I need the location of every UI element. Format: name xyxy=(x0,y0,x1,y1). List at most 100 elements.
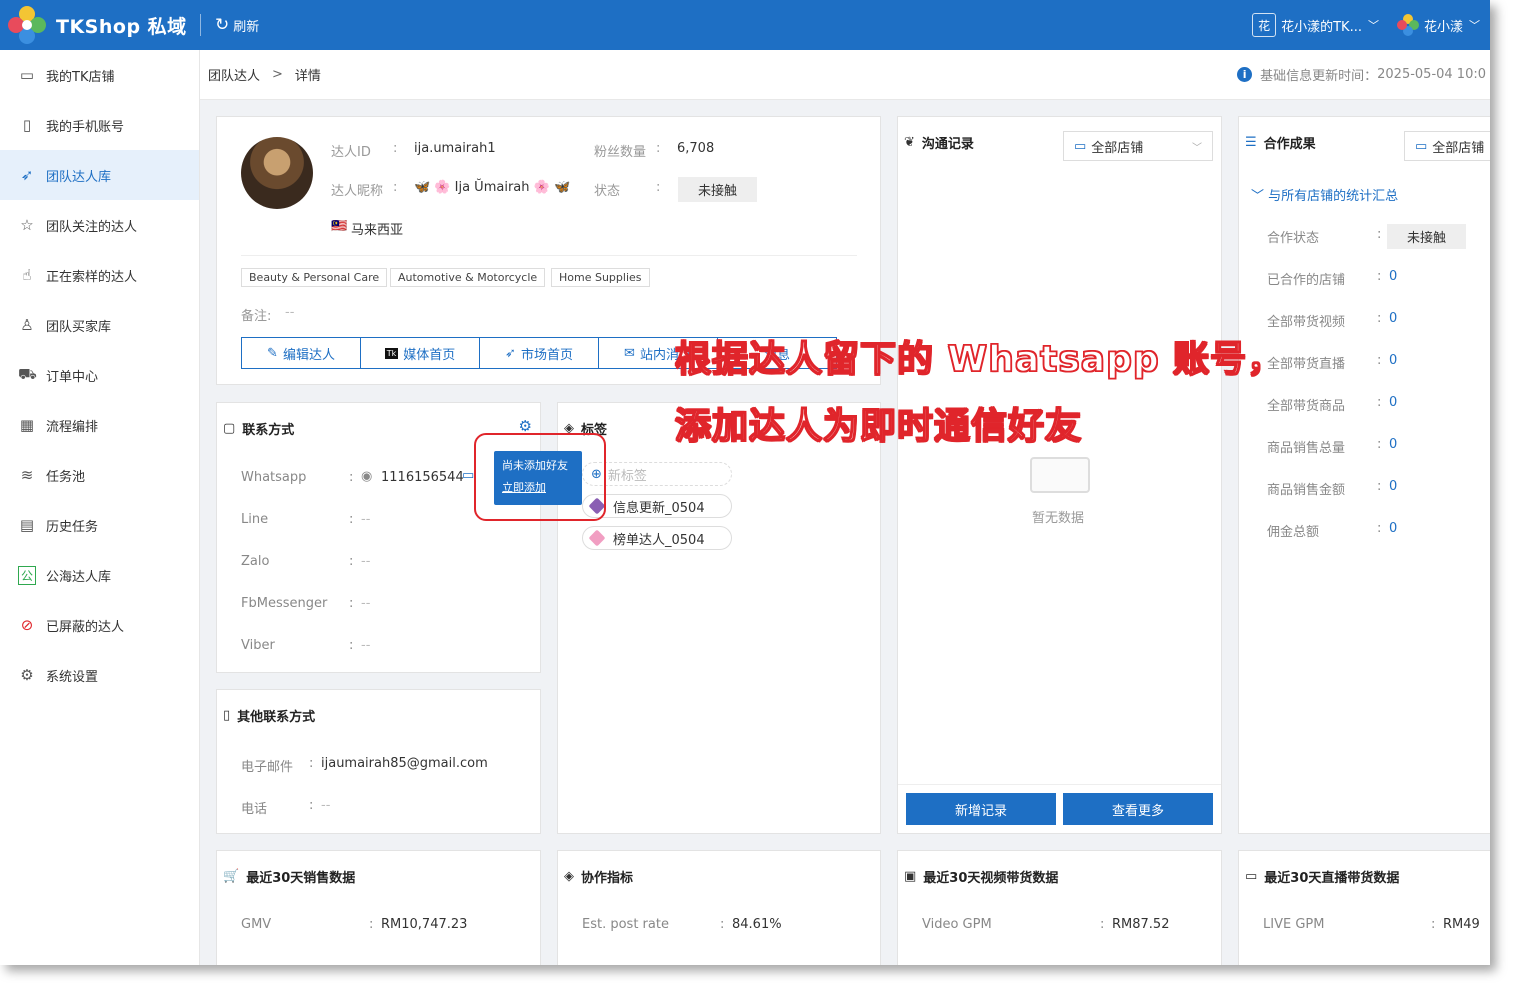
coop-stat-value[interactable]: 0 xyxy=(1389,269,1397,284)
refresh-button[interactable]: ↻ 刷新 xyxy=(215,15,259,35)
sales-data-card: 🛒 最近30天销售数据 GMV : RM10,747.23 xyxy=(216,850,541,965)
sidebar-item-buyers[interactable]: ♙ 团队买家库 xyxy=(0,300,199,350)
other-contact-title: ▯ 其他联系方式 xyxy=(223,708,316,725)
annotation-line-1: 根据达人留下的 Whatsapp 账号， xyxy=(674,338,1285,381)
edit-creator-button[interactable]: ✎ 编辑达人 xyxy=(241,337,361,369)
sidebar-item-phone-account[interactable]: ▯ 我的手机账号 xyxy=(0,100,199,150)
collab-metrics-card: ◈ 协作指标 Est. post rate : 84.61% xyxy=(557,850,881,965)
coop-stat-value[interactable]: 0 xyxy=(1389,437,1397,452)
app-title: TKShop 私域 xyxy=(56,15,187,38)
sidebar-item-label: 流程编排 xyxy=(46,419,99,435)
refresh-icon: ↻ xyxy=(215,15,230,35)
sidebar-item-workflow[interactable]: ▦ 流程编排 xyxy=(0,400,199,450)
chevron-down-icon[interactable]: ﹀ xyxy=(1368,17,1379,33)
edit-icon: ✎ xyxy=(267,345,278,361)
nickname-label: 达人昵称 xyxy=(331,184,384,199)
chevron-down-icon: ﹀ xyxy=(1192,142,1202,154)
sidebar-item-sample-creators[interactable]: ☝ 正在索样的达人 xyxy=(0,250,199,300)
video-gpm-value: RM87.52 xyxy=(1112,917,1170,932)
header-divider xyxy=(200,14,201,36)
sidebar-item-label: 我的TK店铺 xyxy=(46,69,115,85)
refresh-label: 刷新 xyxy=(233,19,260,35)
coop-stat-value[interactable]: 0 xyxy=(1389,395,1397,410)
shop-icon: ▭ xyxy=(1415,138,1428,154)
email-value: ijaumairah85@gmail.com xyxy=(321,756,488,771)
shop-select[interactable]: ▭ 全部店铺 ﹀ xyxy=(1063,131,1213,161)
status-label: 状态 xyxy=(594,184,621,199)
contact-icon: ▢ xyxy=(223,421,236,436)
media-home-button[interactable]: Tk 媒体首页 xyxy=(360,337,480,369)
sidebar-item-blocked-creators[interactable]: ⊘ 已屏蔽的达人 xyxy=(0,600,199,650)
communication-card: ❦ 沟通记录 ▭ 全部店铺 ﹀ 暂无数据 新增记录 查看更多 xyxy=(897,116,1222,834)
category-tag: Beauty & Personal Care xyxy=(241,268,388,287)
shop-switcher[interactable]: 花小漾的TK... xyxy=(1281,16,1362,35)
breadcrumb-parent[interactable]: 团队达人 xyxy=(208,65,260,84)
coop-stat-label: 商品销售金额 xyxy=(1267,483,1346,498)
coop-shop-select[interactable]: ▭ 全部店铺 xyxy=(1404,131,1490,161)
market-home-button[interactable]: ➶ 市场首页 xyxy=(479,337,599,369)
add-record-button[interactable]: 新增记录 xyxy=(906,793,1056,825)
sidebar-item-label: 公海达人库 xyxy=(46,569,112,585)
fans-value: 6,708 xyxy=(677,141,715,156)
sales-title: 最近30天销售数据 xyxy=(246,871,356,886)
user-icon: ♙ xyxy=(20,316,34,334)
empty-box-icon xyxy=(1030,457,1090,493)
post-rate-label: Est. post rate xyxy=(582,917,669,932)
video-title: 最近30天视频带货数据 xyxy=(923,871,1059,886)
live-icon: ▭ xyxy=(1245,869,1258,884)
chevron-down-icon[interactable]: ﹀ xyxy=(1469,17,1480,33)
breadcrumb-current: 详情 xyxy=(294,69,321,84)
update-time-info: i 基础信息更新时间： 2025-05-04 10:0 xyxy=(1237,65,1490,84)
whatsapp-icon: ◉ xyxy=(361,469,373,484)
summary-toggle[interactable]: ﹀ 与所有店铺的统计汇总 xyxy=(1251,185,1398,204)
gmv-label: GMV xyxy=(241,917,272,932)
country-value: 马来西亚 xyxy=(351,223,404,238)
user-avatar-icon xyxy=(1396,14,1419,36)
breadcrumb: 团队达人 > 详情 i 基础信息更新时间： 2025-05-04 10:0 xyxy=(200,50,1490,100)
tiktok-icon: Tk xyxy=(384,347,399,359)
sidebar-item-followed-creators[interactable]: ☆ 团队关注的达人 xyxy=(0,200,199,250)
sidebar-item-label: 订单中心 xyxy=(46,369,99,385)
sidebar-item-public-creators[interactable]: 公公海达人库 xyxy=(0,550,199,600)
sidebar-item-label: 已屏蔽的达人 xyxy=(46,619,125,635)
gear-icon: ⚙ xyxy=(20,666,34,684)
sidebar-item-settings[interactable]: ⚙ 系统设置 xyxy=(0,650,199,700)
sidebar-item-label: 正在索样的达人 xyxy=(46,269,138,285)
phone-icon: ▯ xyxy=(22,116,32,134)
creator-icon: ➶ xyxy=(20,166,34,184)
sidebar-item-label: 系统设置 xyxy=(46,669,99,685)
empty-text: 暂无数据 xyxy=(1032,511,1085,526)
view-more-button[interactable]: 查看更多 xyxy=(1063,793,1213,825)
coop-stat-value[interactable]: 0 xyxy=(1389,353,1397,368)
divider xyxy=(898,784,1221,785)
contact-title: ▢ 联系方式 xyxy=(223,421,295,438)
update-time: 2025-05-04 10:0 xyxy=(1377,67,1486,82)
sidebar-item-my-shop[interactable]: ▭ 我的TK店铺 xyxy=(0,50,199,100)
video-data-card: ▣ 最近30天视频带货数据 Video GPM : RM87.52 xyxy=(897,850,1222,965)
diamond-icon: ◈ xyxy=(564,869,574,884)
sidebar-item-label: 历史任务 xyxy=(46,519,99,535)
sidebar-item-history-tasks[interactable]: ▤ 历史任务 xyxy=(0,500,199,550)
collab-title: 协作指标 xyxy=(581,871,634,886)
coop-stat-value[interactable]: 0 xyxy=(1389,311,1397,326)
sidebar-item-team-creators[interactable]: ➶ 团队达人库 xyxy=(0,150,199,200)
viber-value: -- xyxy=(361,638,371,653)
top-header: TKShop 私域 ↻ 刷新 花 花小漾的TK... ﹀ 花小漾 ﹀ xyxy=(0,0,1490,50)
live-data-card: ▭ 最近30天直播带货数据 LIVE GPM : RM49 xyxy=(1238,850,1490,965)
app-logo[interactable]: TKShop 私域 xyxy=(0,6,200,44)
label-chip[interactable]: 榜单达人_0504 xyxy=(582,526,732,550)
calendar-icon: ▦ xyxy=(19,416,35,434)
copy-icon[interactable]: ▭ xyxy=(462,468,474,483)
coop-stat-value[interactable]: 0 xyxy=(1389,479,1397,494)
fans-label: 粉丝数量 xyxy=(594,145,647,160)
sidebar-item-label: 我的手机账号 xyxy=(46,119,125,135)
gmv-value: RM10,747.23 xyxy=(381,917,468,932)
hand-pointer-icon: ☝ xyxy=(22,266,32,284)
cooperation-card: ☰ 合作成果 ▭ 全部店铺 ﹀ 与所有店铺的统计汇总 合作状态 : 未接触 已合作… xyxy=(1238,116,1490,834)
coop-stat-value[interactable]: 0 xyxy=(1389,521,1397,536)
user-menu[interactable]: 花小漾 xyxy=(1424,16,1463,35)
line-value: -- xyxy=(361,512,371,527)
other-contact-card: ▯ 其他联系方式 电子邮件 : ijaumairah85@gmail.com 电话… xyxy=(216,689,541,834)
sidebar-item-orders[interactable]: ⛟ 订单中心 xyxy=(0,350,199,400)
sidebar-item-task-pool[interactable]: ≋ 任务池 xyxy=(0,450,199,500)
